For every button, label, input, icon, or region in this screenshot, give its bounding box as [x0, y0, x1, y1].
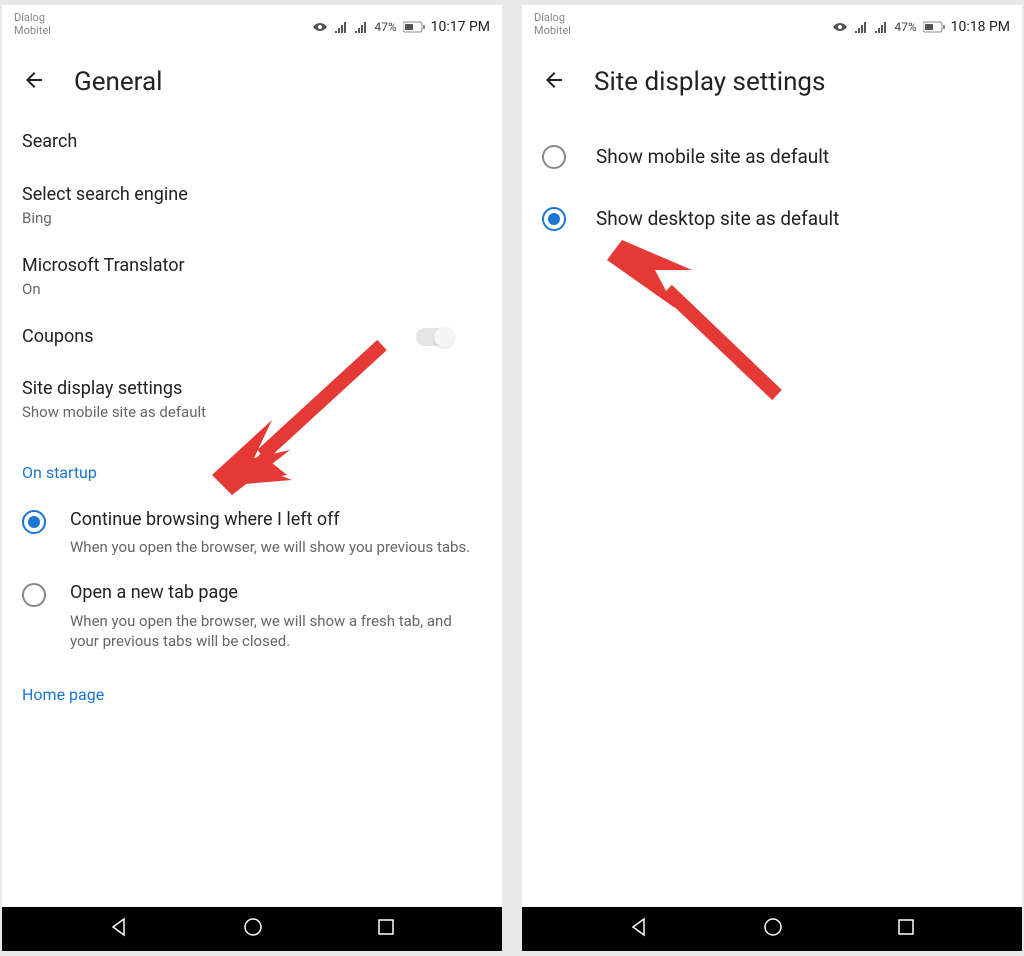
radio-icon[interactable] [542, 145, 566, 169]
page-title: Site display settings [594, 67, 825, 97]
annotation-arrow-icon [612, 240, 792, 410]
coupons-toggle[interactable] [416, 328, 452, 346]
setting-title: Select search engine [22, 182, 482, 207]
startup-continue-browsing[interactable]: Continue browsing where I left off When … [22, 500, 482, 574]
signal-4g-icon [354, 21, 368, 33]
setting-title: Microsoft Translator [22, 253, 482, 278]
radio-title: Continue browsing where I left off [70, 508, 472, 531]
radio-label: Show desktop site as default [596, 207, 839, 230]
radio-desc: When you open the browser, we will show … [70, 611, 472, 652]
radio-title: Open a new tab page [70, 581, 472, 604]
status-icons: 47% 10:17 PM [312, 11, 490, 35]
search-section-label: Search [22, 121, 482, 176]
status-carrier: Dialog Mobitel [14, 11, 51, 37]
option-show-mobile[interactable]: Show mobile site as default [542, 137, 1002, 199]
nav-home-icon[interactable] [763, 917, 783, 941]
status-bar: Dialog Mobitel 47% 10:18 PM [522, 5, 1022, 47]
battery-icon [923, 21, 945, 33]
phone-left-general-settings: Dialog Mobitel 47% 10:17 PM [2, 5, 502, 951]
setting-title: Coupons [22, 324, 94, 349]
radio-icon[interactable] [542, 207, 566, 231]
radio-icon[interactable] [22, 583, 46, 607]
signal-icon [334, 21, 348, 33]
on-startup-header: On startup [22, 441, 482, 500]
status-time: 10:18 PM [951, 19, 1010, 35]
phone-right-site-display: Dialog Mobitel 47% 10:18 PM [522, 5, 1022, 951]
status-carrier: Dialog Mobitel [534, 11, 571, 37]
nav-home-icon[interactable] [243, 917, 263, 941]
signal-4g-icon [874, 21, 888, 33]
option-show-desktop[interactable]: Show desktop site as default [542, 199, 1002, 261]
signal-icon [854, 21, 868, 33]
android-nav-bar [522, 907, 1022, 951]
setting-value: Bing [22, 209, 482, 227]
radio-icon[interactable] [22, 510, 46, 534]
nav-back-icon[interactable] [629, 917, 649, 941]
android-nav-bar [2, 907, 502, 951]
site-display-settings[interactable]: Site display settings Show mobile site a… [22, 370, 482, 441]
nav-back-icon[interactable] [109, 917, 129, 941]
home-page-link[interactable]: Home page [22, 667, 482, 722]
back-arrow-icon[interactable] [22, 68, 46, 96]
battery-icon [403, 21, 425, 33]
startup-new-tab[interactable]: Open a new tab page When you open the br… [22, 573, 482, 667]
status-icons: 47% 10:18 PM [832, 11, 1010, 35]
radio-desc: When you open the browser, we will show … [70, 537, 472, 557]
battery-percent: 47% [894, 20, 916, 34]
page-header: General [2, 47, 502, 121]
setting-value: Show mobile site as default [22, 403, 482, 421]
page-header: Site display settings [522, 47, 1022, 121]
status-time: 10:17 PM [431, 19, 490, 35]
radio-label: Show mobile site as default [596, 145, 829, 168]
microsoft-translator[interactable]: Microsoft Translator On [22, 247, 482, 318]
back-arrow-icon[interactable] [542, 68, 566, 96]
select-search-engine[interactable]: Select search engine Bing [22, 176, 482, 247]
status-bar: Dialog Mobitel 47% 10:17 PM [2, 5, 502, 47]
coupons[interactable]: Coupons [22, 318, 482, 369]
setting-title: Site display settings [22, 376, 482, 401]
page-title: General [74, 67, 162, 97]
setting-value: On [22, 280, 482, 298]
nav-recent-icon[interactable] [897, 918, 915, 940]
eye-icon [832, 21, 848, 33]
eye-icon [312, 21, 328, 33]
nav-recent-icon[interactable] [377, 918, 395, 940]
battery-percent: 47% [374, 20, 396, 34]
